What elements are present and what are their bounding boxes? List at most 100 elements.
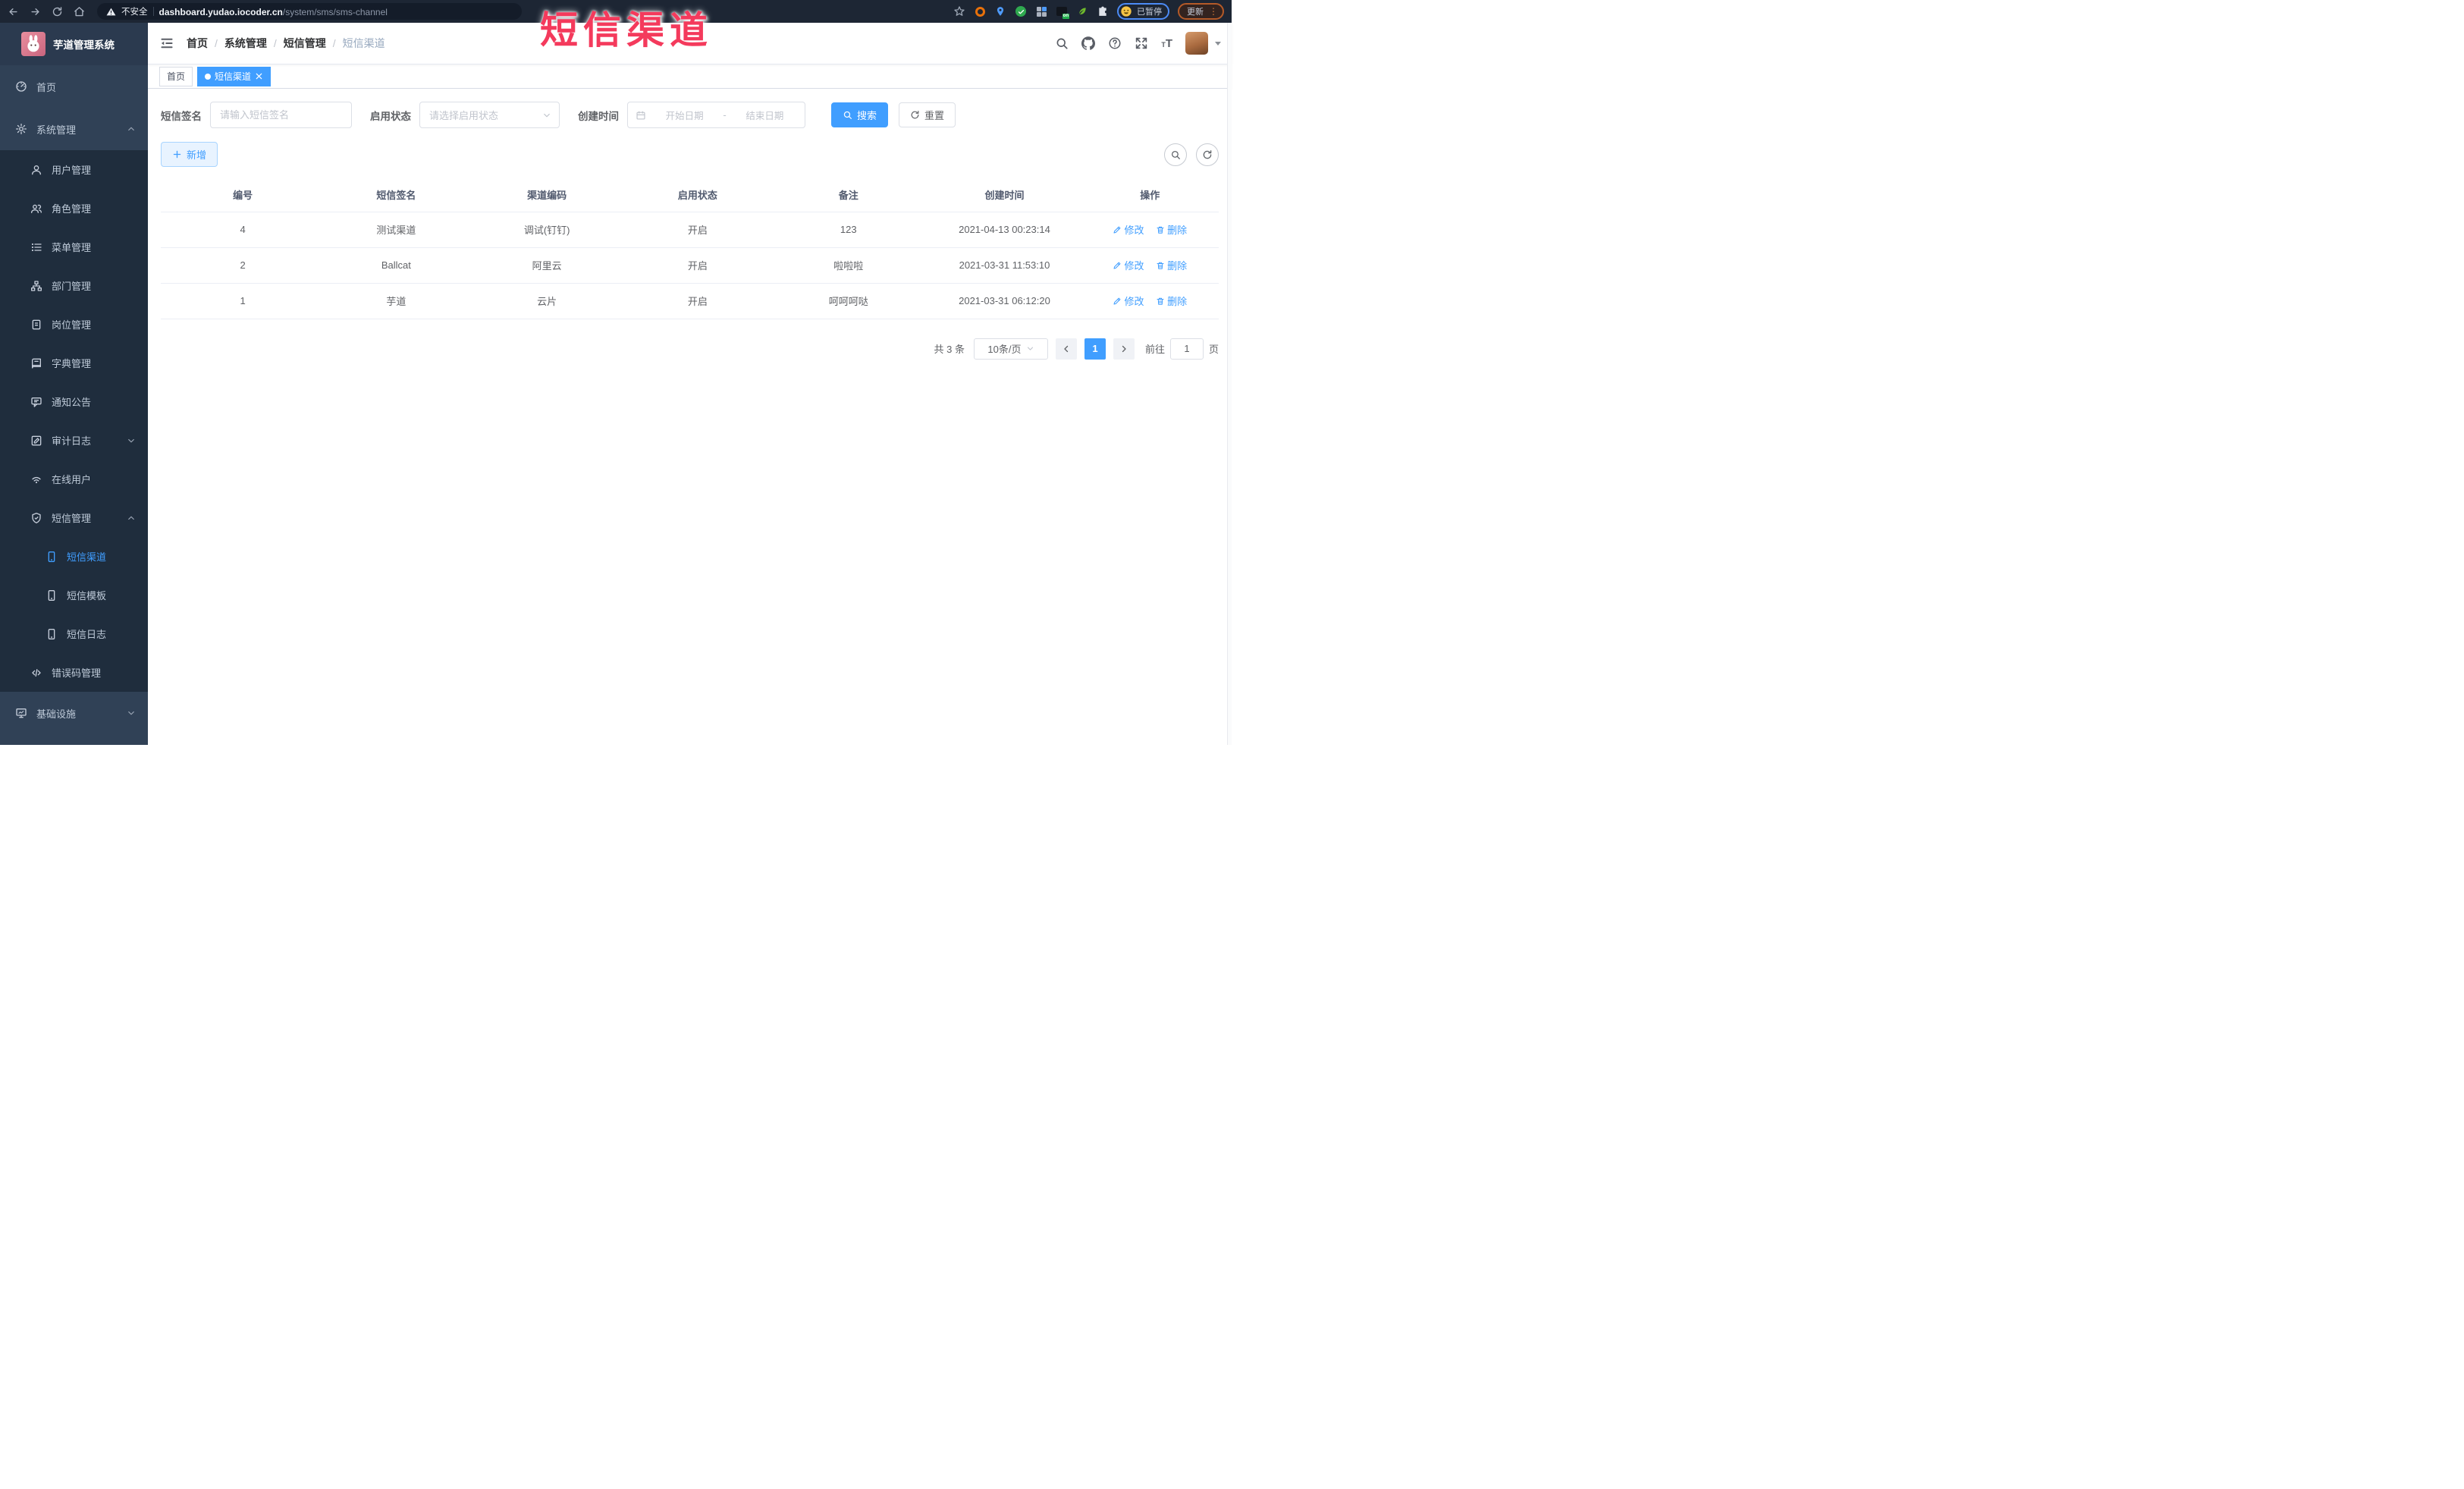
sidebar-item-notice[interactable]: 通知公告 xyxy=(0,382,148,421)
table-row: 1 芋道 云片 开启 呵呵呵哒 2021-03-31 06:12:20 修改 删… xyxy=(161,283,1219,319)
sidebar-item-audit-log[interactable]: 审计日志 xyxy=(0,421,148,460)
chevron-down-icon xyxy=(127,708,136,718)
extension-orange-ring-icon[interactable] xyxy=(974,5,986,17)
extension-location-pin-icon[interactable] xyxy=(994,5,1006,17)
start-date-placeholder[interactable]: 开始日期 xyxy=(652,108,717,122)
extension-green-check-icon[interactable] xyxy=(1015,5,1027,17)
breadcrumb-home[interactable]: 首页 xyxy=(187,36,208,51)
address-bar[interactable]: 不安全 dashboard.yudao.iocoder.cn/system/sm… xyxy=(97,3,522,20)
edit-button[interactable]: 修改 xyxy=(1113,258,1144,272)
dictionary-book-icon xyxy=(30,357,42,369)
select-caret-down-icon xyxy=(542,111,551,120)
sidebar-item-sms-channel[interactable]: 短信渠道 xyxy=(0,537,148,576)
status-select[interactable]: 请选择启用状态 xyxy=(419,102,560,128)
sidebar-item-dept-management[interactable]: 部门管理 xyxy=(0,266,148,305)
sidebar-collapse-icon[interactable] xyxy=(159,36,174,51)
table-row: 2 Ballcat 阿里云 开启 啦啦啦 2021-03-31 11:53:10… xyxy=(161,247,1219,284)
breadcrumb-system[interactable]: 系统管理 xyxy=(224,36,267,51)
sidebar-item-dict-management[interactable]: 字典管理 xyxy=(0,344,148,382)
profile-paused-badge[interactable]: 已暂停 xyxy=(1117,3,1169,20)
phone-icon xyxy=(46,628,58,640)
extension-leaf-icon[interactable] xyxy=(1076,5,1088,17)
sidebar-item-error-code[interactable]: 错误码管理 xyxy=(0,653,148,692)
sidebar-item-sms-management[interactable]: 短信管理 xyxy=(0,498,148,537)
sidebar-item-role-management[interactable]: 角色管理 xyxy=(0,189,148,228)
refresh-table-button[interactable] xyxy=(1196,143,1219,166)
end-date-placeholder[interactable]: 结束日期 xyxy=(733,108,797,122)
goto-page-group: 前往 页 xyxy=(1145,338,1219,360)
sidebar-item-home[interactable]: 首页 xyxy=(0,65,148,108)
sidebar-item-sms-template[interactable]: 短信模板 xyxy=(0,576,148,614)
date-range-picker[interactable]: 开始日期 - 结束日期 xyxy=(627,102,805,128)
sign-input[interactable] xyxy=(210,102,352,128)
forward-icon[interactable] xyxy=(30,6,41,17)
extension-grid-icon[interactable] xyxy=(1035,5,1047,17)
help-icon[interactable] xyxy=(1108,36,1122,50)
org-tree-icon xyxy=(30,280,42,292)
sidebar-item-system-management[interactable]: 系统管理 xyxy=(0,108,148,150)
delete-button[interactable]: 删除 xyxy=(1156,222,1187,237)
user-avatar[interactable] xyxy=(1185,32,1208,55)
sidebar-item-online-users[interactable]: 在线用户 xyxy=(0,460,148,498)
github-icon[interactable] xyxy=(1081,36,1095,50)
search-button[interactable]: 搜索 xyxy=(831,102,889,127)
chevron-right-icon xyxy=(1119,344,1128,353)
reload-icon[interactable] xyxy=(52,6,63,17)
goto-page-input[interactable] xyxy=(1169,338,1204,360)
prev-page-button[interactable] xyxy=(1055,338,1077,360)
breadcrumb-separator: / xyxy=(332,37,336,49)
add-button[interactable]: 新增 xyxy=(161,142,218,167)
header-remark: 备注 xyxy=(769,177,928,212)
address-divider xyxy=(152,7,154,16)
window-scrollbar-track[interactable] xyxy=(1227,23,1232,745)
edit-pencil-icon xyxy=(1113,225,1122,234)
sidebar-item-sms-log[interactable]: 短信日志 xyxy=(0,614,148,653)
search-form: 短信签名 启用状态 请选择启用状态 创建时间 开始日期 - 结束日期 xyxy=(161,102,1219,128)
font-size-icon[interactable]: TT xyxy=(1161,37,1172,50)
reset-button[interactable]: 重置 xyxy=(899,102,956,127)
header-status: 启用状态 xyxy=(626,177,770,212)
delete-button[interactable]: 删除 xyxy=(1156,258,1187,272)
toggle-search-button[interactable] xyxy=(1164,143,1187,166)
url-host: dashboard.yudao.iocoder.cn xyxy=(159,6,283,17)
sidebar-item-menu-management[interactable]: 菜单管理 xyxy=(0,228,148,266)
back-icon[interactable] xyxy=(8,6,19,17)
trash-icon xyxy=(1156,261,1165,270)
search-icon[interactable] xyxy=(1055,36,1069,50)
close-tab-icon[interactable] xyxy=(255,72,263,80)
top-navbar: 首页 / 系统管理 / 短信管理 / 短信渠道 TT xyxy=(148,23,1232,64)
breadcrumb-sms-management[interactable]: 短信管理 xyxy=(284,36,326,51)
page-size-select[interactable]: 10条/页 xyxy=(973,338,1048,360)
fullscreen-icon[interactable] xyxy=(1135,36,1148,50)
sidebar-item-infrastructure[interactable]: 基础设施 xyxy=(0,692,148,734)
sign-label: 短信签名 xyxy=(161,110,202,122)
bookmark-star-icon[interactable] xyxy=(953,5,965,17)
header-sign: 短信签名 xyxy=(325,177,468,212)
browser-menu-dots-icon[interactable]: ⋮ xyxy=(1209,7,1218,16)
tab-sms-channel[interactable]: 短信渠道 xyxy=(197,66,272,86)
tab-home[interactable]: 首页 xyxy=(159,66,193,86)
next-page-button[interactable] xyxy=(1113,338,1135,360)
avatar-caret-down-icon[interactable] xyxy=(1215,41,1221,46)
page-number-button[interactable]: 1 xyxy=(1084,338,1106,360)
users-icon xyxy=(30,203,42,215)
create-time-label: 创建时间 xyxy=(578,110,619,122)
delete-button[interactable]: 删除 xyxy=(1156,294,1187,308)
edit-button[interactable]: 修改 xyxy=(1113,222,1144,237)
extension-on-badge-icon[interactable]: on xyxy=(1056,5,1069,19)
gear-icon xyxy=(15,123,27,135)
navbar-actions: TT xyxy=(1055,32,1221,55)
table-row: 4 测试渠道 调试(钉钉) 开启 123 2021-04-13 00:23:14… xyxy=(161,212,1219,248)
extension-puzzle-icon[interactable] xyxy=(1097,5,1109,17)
search-icon xyxy=(1170,149,1181,160)
sidebar-item-user-management[interactable]: 用户管理 xyxy=(0,150,148,189)
app-logo[interactable]: 芋道管理系统 xyxy=(0,23,148,65)
home-icon[interactable] xyxy=(74,6,85,17)
browser-update-button[interactable]: 更新 ⋮ xyxy=(1178,3,1224,20)
toolbar-right-icons xyxy=(1164,143,1219,166)
sidebar-item-post-management[interactable]: 岗位管理 xyxy=(0,305,148,344)
page-content: 短信签名 启用状态 请选择启用状态 创建时间 开始日期 - 结束日期 xyxy=(148,89,1232,745)
phone-icon xyxy=(46,551,58,563)
edit-button[interactable]: 修改 xyxy=(1113,294,1144,308)
update-label: 更新 xyxy=(1187,8,1204,17)
